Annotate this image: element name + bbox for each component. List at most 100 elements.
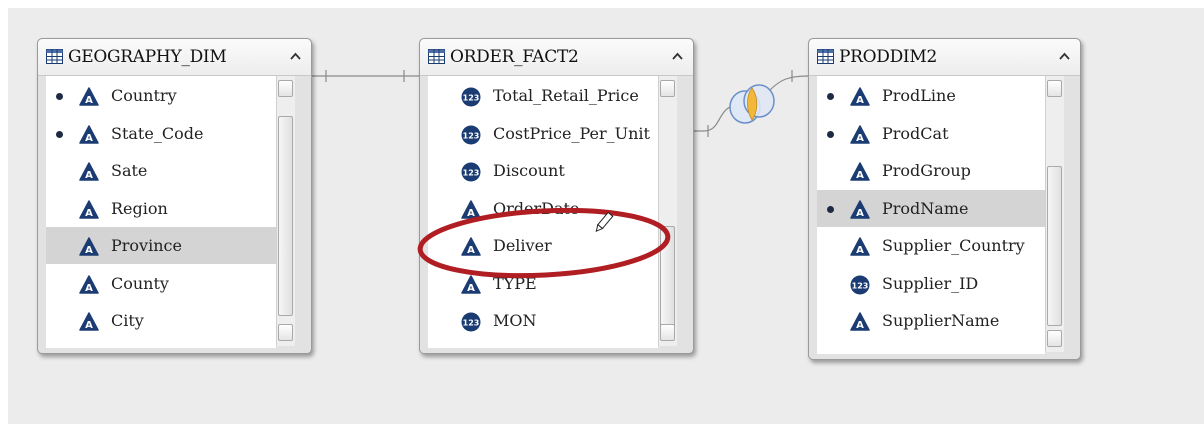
table-title: ORDER_FACT2 (450, 47, 579, 67)
column-row[interactable]: A TYPE (428, 265, 658, 302)
scroll-up-button[interactable] (660, 80, 675, 97)
column-row[interactable]: A SupplierName (817, 302, 1045, 339)
column-row[interactable]: 123 CostPrice_Per_Unit (428, 115, 658, 152)
table-header[interactable]: ORDER_FACT2 (420, 39, 693, 76)
column-label: ProdCat (882, 123, 949, 143)
char-column-icon: A (850, 237, 870, 256)
numeric-column-icon: 123 (850, 275, 870, 294)
column-label: CostPrice_Per_Unit (493, 123, 650, 143)
scroll-down-button[interactable] (660, 324, 675, 341)
column-label: City (111, 311, 144, 330)
svg-text:123: 123 (463, 94, 480, 103)
vertical-scrollbar[interactable] (658, 76, 677, 346)
key-indicator-dot (827, 205, 834, 213)
table-card-order-fact2[interactable]: ORDER_FACT2 123 Total_Retail_Price 123 Cost… (419, 38, 694, 354)
column-row[interactable]: A City (46, 302, 276, 339)
column-row[interactable]: A ProdName (817, 189, 1045, 227)
svg-text:A: A (85, 133, 93, 144)
svg-text:A: A (85, 320, 93, 331)
numeric-column-icon: 123 (461, 312, 481, 332)
column-list[interactable]: A Country A State_Code A Sate A Region A Province… (46, 76, 276, 348)
char-column-icon: A (850, 162, 870, 181)
vertical-scrollbar[interactable] (1045, 76, 1064, 352)
column-label: ProdName (882, 198, 969, 218)
char-column-icon: A (79, 237, 99, 256)
scroll-thumb[interactable] (278, 116, 293, 316)
scroll-down-button[interactable] (1047, 330, 1062, 347)
column-label: Discount (493, 161, 565, 180)
column-row[interactable]: 123 Supplier_ID (817, 265, 1045, 302)
column-row[interactable]: 123 Total_Retail_Price (428, 77, 658, 114)
table-grid-icon (46, 49, 63, 64)
svg-text:A: A (85, 245, 93, 256)
column-label: Supplier_Country (882, 236, 1025, 255)
char-column-icon: A (850, 199, 870, 219)
svg-text:A: A (856, 170, 864, 181)
table-header[interactable]: PRODDIM2 (809, 39, 1080, 76)
table-header[interactable]: GEOGRAPHY_DIM (38, 39, 311, 76)
svg-text:A: A (467, 245, 475, 256)
chevron-up-icon[interactable] (672, 52, 683, 60)
column-row[interactable]: A State_Code (46, 115, 276, 152)
svg-text:123: 123 (463, 319, 480, 328)
column-list[interactable]: 123 Total_Retail_Price 123 CostPrice_Per_Un… (428, 76, 658, 348)
char-column-icon: A (461, 199, 481, 219)
vertical-scrollbar[interactable] (276, 76, 295, 346)
table-grid-icon (428, 49, 445, 64)
char-column-icon: A (79, 312, 99, 331)
column-label: TYPE (493, 273, 537, 293)
table-card-proddim2[interactable]: PRODDIM2 A ProdLine A ProdCat A ProdGroup A Pro… (808, 38, 1081, 360)
key-indicator-dot (56, 130, 63, 138)
chevron-up-icon[interactable] (290, 52, 301, 60)
column-label: County (111, 273, 169, 293)
svg-text:123: 123 (463, 131, 480, 140)
scroll-thumb[interactable] (660, 226, 675, 334)
chevron-up-icon[interactable] (1059, 52, 1070, 60)
column-label: Sate (111, 161, 148, 180)
char-column-icon: A (79, 124, 99, 144)
column-label: ProdGroup (882, 161, 971, 180)
char-column-icon: A (79, 162, 99, 181)
table-card-geography-dim[interactable]: GEOGRAPHY_DIM A Country A State_Code A Sate A R… (37, 38, 312, 354)
column-label: Province (111, 236, 182, 255)
table-title: PRODDIM2 (839, 47, 937, 67)
column-row[interactable]: 123 Discount (428, 152, 658, 189)
column-row[interactable]: A Supplier_Country (817, 227, 1045, 264)
scroll-up-button[interactable] (1047, 80, 1062, 97)
column-row[interactable]: A Region (46, 190, 276, 227)
scroll-up-button[interactable] (278, 80, 293, 97)
geography-order-link[interactable] (312, 70, 419, 82)
column-label: MON (493, 311, 537, 330)
column-row[interactable]: A County (46, 265, 276, 302)
column-list[interactable]: A ProdLine A ProdCat A ProdGroup A ProdName A Sup… (817, 76, 1045, 354)
svg-text:123: 123 (463, 169, 480, 178)
column-row[interactable]: A Province (46, 227, 276, 264)
column-label: OrderDate (493, 198, 580, 218)
svg-text:A: A (85, 283, 93, 294)
char-column-icon: A (850, 312, 870, 331)
column-row[interactable]: A Country (46, 77, 276, 114)
scroll-thumb[interactable] (1047, 166, 1062, 326)
column-row[interactable]: 123 MON (428, 302, 658, 339)
char-column-icon: A (461, 274, 481, 294)
column-row[interactable]: A ProdLine (817, 77, 1045, 114)
svg-text:A: A (856, 208, 864, 219)
numeric-column-icon: 123 (461, 125, 481, 144)
column-row[interactable]: A OrderDate (428, 190, 658, 227)
char-column-icon: A (79, 87, 99, 106)
char-column-icon: A (850, 87, 870, 106)
column-row[interactable]: A Sate (46, 152, 276, 189)
scroll-down-button[interactable] (278, 324, 293, 341)
column-row[interactable]: A ProdGroup (817, 152, 1045, 189)
column-row[interactable]: A Deliver (428, 227, 658, 264)
column-row[interactable]: A ProdCat (817, 115, 1045, 152)
column-label: ProdLine (882, 86, 956, 105)
svg-text:A: A (856, 245, 864, 256)
column-label: Total_Retail_Price (493, 86, 639, 105)
table-title: GEOGRAPHY_DIM (68, 47, 227, 67)
table-grid-icon (817, 49, 834, 64)
column-label: Country (111, 86, 177, 105)
inner-join-icon[interactable] (729, 84, 775, 124)
column-label: Region (111, 198, 168, 218)
svg-text:A: A (856, 95, 864, 106)
